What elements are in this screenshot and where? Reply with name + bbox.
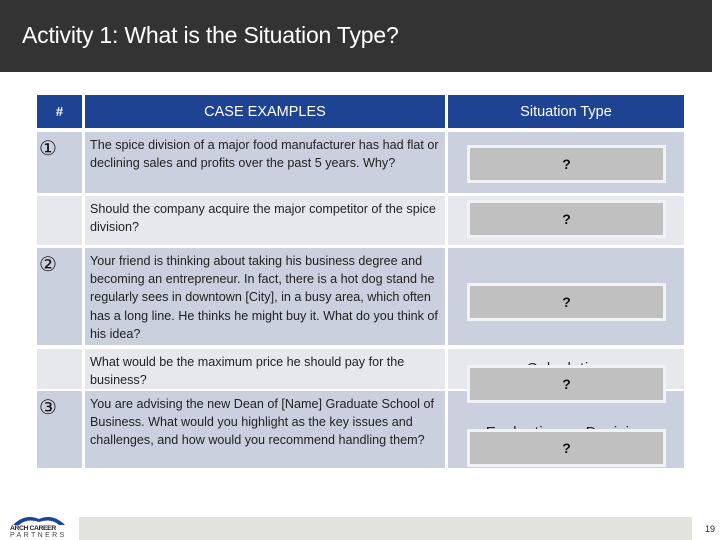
- logo-text-line1: ARCH CAREER: [10, 525, 56, 532]
- header-number: #: [37, 95, 82, 128]
- logo-text-line2: PARTNERS: [10, 532, 67, 539]
- footer-bar: [79, 517, 692, 540]
- header-case-examples: CASE EXAMPLES: [85, 95, 445, 128]
- situation-type-answer-box[interactable]: ?: [467, 365, 666, 403]
- case-text: What would be the maximum price he shoul…: [85, 349, 445, 389]
- header-situation-type: Situation Type: [448, 95, 684, 128]
- slide-title: Activity 1: What is the Situation Type?: [22, 22, 399, 48]
- situation-type-answer-box[interactable]: ?: [467, 283, 666, 321]
- row-number: ①: [37, 132, 82, 193]
- row-number: ③: [37, 391, 82, 468]
- case-text: Your friend is thinking about taking his…: [85, 248, 445, 345]
- row-number: [37, 196, 82, 245]
- page-number: 19: [705, 524, 716, 534]
- row-number: [37, 349, 82, 389]
- company-logo: ARCH CAREER PARTNERS: [9, 514, 69, 540]
- title-bar: Activity 1: What is the Situation Type?: [0, 0, 712, 72]
- case-text: You are advising the new Dean of [Name] …: [85, 391, 445, 468]
- situation-type-answer-box[interactable]: ?: [467, 200, 666, 238]
- case-text: The spice division of a major food manuf…: [85, 132, 445, 193]
- row-number: ②: [37, 248, 82, 345]
- case-text: Should the company acquire the major com…: [85, 196, 445, 245]
- situation-type-answer-box[interactable]: ?: [467, 145, 666, 183]
- situation-type-answer-box[interactable]: ?: [467, 429, 666, 467]
